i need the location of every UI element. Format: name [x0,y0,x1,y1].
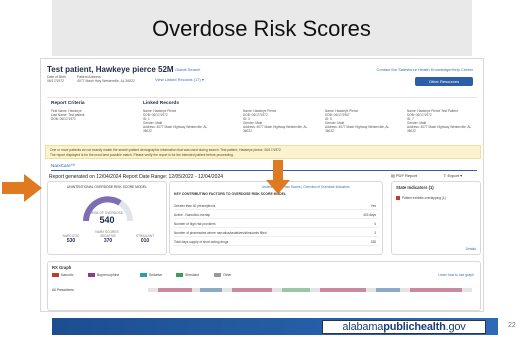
linked-record-card: Name: Hawkeye Pierce DOB: 06/17/1972 ID:… [243,109,309,133]
pdmp-screenshot: Test patient, Hawkeye pierce 52M Global … [40,58,484,312]
state-indicator-label: Patient exhibits overlapping (1) [402,196,446,200]
logo-text-bold: publichealth [383,321,446,333]
logo-text-plain: alabama [342,321,384,333]
stimulant-score: STIMULANT 010 [128,234,162,244]
pdf-report-label: PDF Report [395,173,418,178]
legend-sedative: Sedative [140,273,163,278]
record-address: Address: 4077 Mash Highway Westerville, … [143,125,208,133]
export-label: Export ▾ [447,173,463,178]
factor-value: 403 days [363,213,376,217]
global-search-link[interactable]: Global Search [175,67,200,72]
rx-segment [232,288,272,292]
view-linked-records-link[interactable]: View Linked Records (17) ▾ [155,77,204,82]
legend-stimulant: Stimulant [176,273,200,278]
record-address: Address: 4077 Mash Highway Westerville, … [243,125,308,133]
alert-icon [396,196,400,201]
factor-row: Active - Narcotics overlap 403 days [174,213,378,219]
pdf-report-button[interactable]: ▤ PDF Report [391,173,417,178]
report-criteria-title: Report Criteria [51,101,85,106]
factor-value: 4 [374,222,376,226]
factor-row: Number of high risk providers 4 [174,222,378,228]
rx-segment [376,288,400,292]
legend-swatch [140,273,147,278]
factor-row: Number of pharmacies where narcotics/sed… [174,231,378,237]
narcotic-score: NARCOTIC 530 [54,234,88,244]
overdose-risk-gauge-card: UNINTENTIONAL OVERDOSE RISK SCORE MODEL … [47,181,167,255]
report-generated-line: Report generated on 12/04/2024 Report Da… [49,174,224,180]
rx-segment [282,288,310,292]
sedative-score: SEDATIVE 370 [91,234,125,244]
linked-record-card: Name: Hawkeye Pierce DOB: 06/17/1967 ID:… [325,109,391,133]
report-criteria-values: First Name: Hawkeye Last Name: Test pati… [51,109,84,121]
factor-row: Greater than 40 prescriptions Yes [174,204,378,210]
slide-title: Overdose Risk Scores [152,16,371,41]
rx-graph-card: RX Graph Narcotic Buprenorphine Sedative… [47,261,481,311]
rx-segment [158,288,192,292]
help-center-link[interactable]: Contact the Salesforce Health Knowledge/… [377,67,474,72]
rx-segment [410,288,462,292]
gauge-title: UNINTENTIONAL OVERDOSE RISK SCORE MODEL [67,185,147,189]
factor-label: Greater than 40 prescriptions [174,204,216,208]
notice-line-2: The report displayed is for the most bes… [50,152,234,157]
state-indicator-item[interactable]: Patient exhibits overlapping (1) [396,196,476,203]
legend-other: Other [214,273,232,278]
legend-swatch [214,273,221,278]
learn-graph-link[interactable]: Learn how to use graph [438,273,474,277]
factor-label: Active - Narcotics overlap [174,213,211,217]
rx-graph-title: RX Graph [52,265,72,270]
dob-value: 06/17/1972 [47,79,64,83]
state-indicators-card: State Indicators (1) Patient exhibits ov… [391,181,481,255]
legend-swatch [176,273,183,278]
linked-record-card: Name: Hawkeye Pierce Test Patient DOB: 0… [407,109,473,133]
criteria-dob: DOB: 06/17/1972 [51,117,76,121]
alabama-public-health-logo: alabamapublichealth.gov [322,320,486,334]
patient-header: Test patient, Hawkeye pierce 52M Global … [47,65,477,91]
patient-name: Test patient, Hawkeye pierce 52M [47,65,174,74]
rx-segment [200,288,222,292]
stimulant-score-value: 010 [140,238,150,244]
factor-label: Number of high risk providers [174,222,216,226]
overdose-risk-score: 540 [99,215,115,225]
legend-swatch [52,273,59,278]
linked-records-title: Linked Records [143,101,179,106]
rx-row-label: All Prescribers [52,288,74,292]
logo-text-tail: .gov [445,321,466,333]
state-indicators-title: State Indicators (1) [396,185,434,190]
rx-timeline [148,288,472,292]
legend-label: Buprenorphine [97,273,120,277]
tab-narxcare[interactable]: NarxCare™ [51,163,75,168]
factor-label: Total days supply of short-acting drugs [174,240,229,244]
down-arrow-pointer [266,160,290,194]
factor-value: Yes [370,204,376,208]
factor-value: 3 [374,231,376,235]
narcotic-score-value: 530 [66,238,76,244]
dob-block: Date of Birth 06/17/1972 [47,75,66,83]
record-address: Address: 4077 Mash Highway Westerville, … [325,125,390,133]
legend-buprenorphine: Buprenorphine [88,273,120,278]
legend-label: Narcotic [61,273,74,277]
legend-narcotic: Narcotic [52,273,74,278]
factor-label: Number of pharmacies where narcotics/sed… [174,231,267,235]
legend-label: Other [223,273,232,277]
other-resources-button[interactable]: Other Resources [415,77,473,86]
arrow-shape [2,174,42,202]
factor-value: 335 [370,240,376,244]
record-address: Address: 4077 Mash Highway Westerville, … [407,125,472,133]
rx-segment [320,288,366,292]
left-arrow-pointer [2,174,42,202]
factor-row: Total days supply of short-acting drugs 3… [174,240,378,246]
mismatch-notice: One or more patients do not exactly matc… [45,145,481,159]
arrow-shape [266,160,290,194]
legend-label: Sedative [149,273,163,277]
address-block: Patient Address 4077 Mash Hwy Westervill… [77,75,135,83]
legend-label: Stimulant [185,273,200,277]
details-link[interactable]: Details [466,247,476,251]
sedative-score-value: 370 [103,238,113,244]
export-button[interactable]: ⇪ Export ▾ [443,173,462,178]
tab-underline [51,170,477,171]
legend-swatch [88,273,95,278]
page-number: 22 [508,322,516,329]
address-value: 4077 Mash Hwy Westerville, AL 36022 [77,79,135,83]
linked-record-card: Name: Hawkeye Pierce DOB: 06/17/1972 ID:… [143,109,209,133]
